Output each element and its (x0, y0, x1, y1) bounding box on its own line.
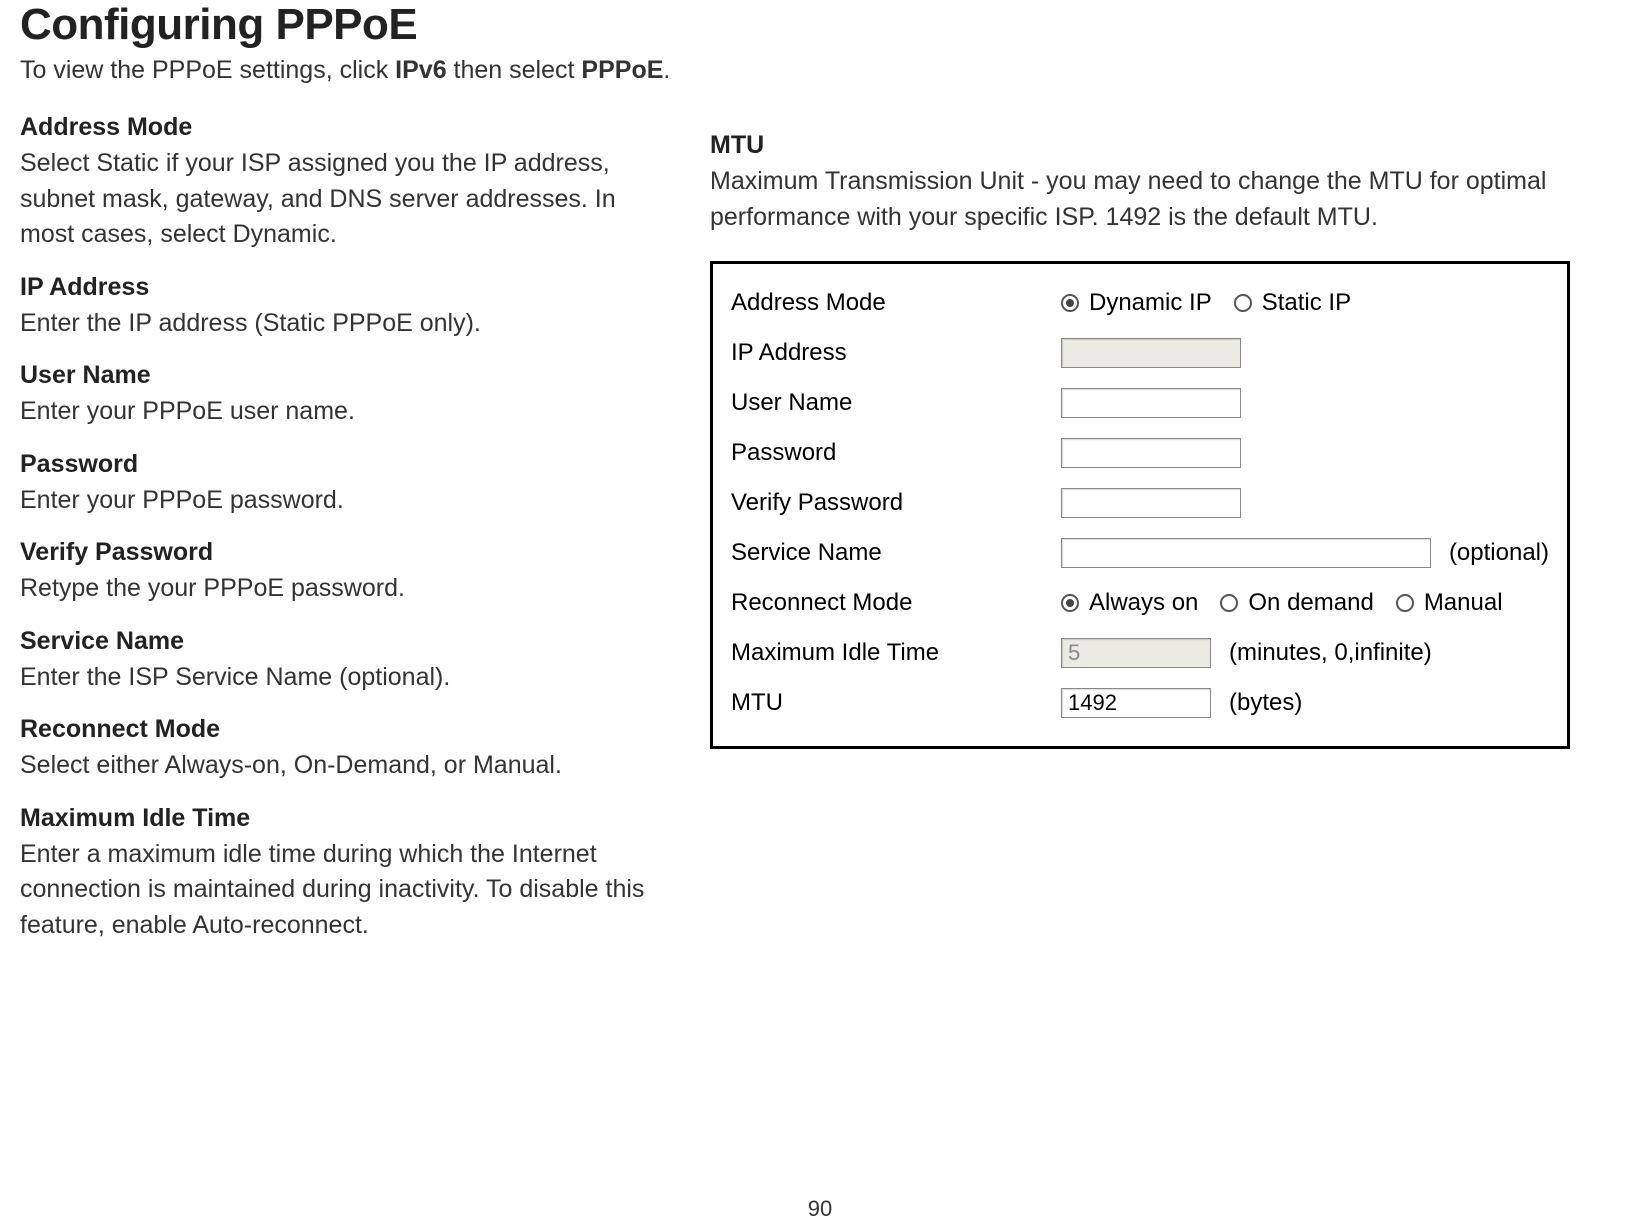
input-service-name[interactable] (1061, 538, 1431, 568)
subtitle-mid: then select (447, 56, 582, 84)
definitions-column: Address Mode Select Static if your ISP a… (20, 113, 650, 963)
subtitle-pre: To view the PPPoE settings, click (20, 56, 395, 84)
radio-label-dynamic-ip: Dynamic IP (1089, 289, 1212, 317)
input-mtu[interactable]: 1492 (1061, 688, 1211, 718)
input-ip-address[interactable] (1061, 338, 1241, 368)
radio-static-ip[interactable] (1234, 294, 1252, 312)
def-desc: Select either Always-on, On-Demand, or M… (20, 748, 650, 784)
content-columns: Address Mode Select Static if your ISP a… (20, 113, 1620, 963)
input-password[interactable] (1061, 438, 1241, 468)
row-reconnect-mode: Reconnect Mode Always on On demand Manua… (731, 578, 1549, 628)
def-term: MTU (710, 131, 1570, 160)
radio-always-on[interactable] (1061, 594, 1079, 612)
def-mtu: MTU Maximum Transmission Unit - you may … (710, 131, 1570, 235)
def-term: Verify Password (20, 538, 650, 567)
def-desc: Enter your PPPoE user name. (20, 394, 650, 430)
def-term: Reconnect Mode (20, 715, 650, 744)
row-mtu: MTU 1492 (bytes) (731, 678, 1549, 728)
document-page: Configuring PPPoE To view the PPPoE sett… (0, 0, 1640, 1232)
radio-label-on-demand: On demand (1248, 589, 1373, 617)
subtitle-bold-ipv6: IPv6 (395, 56, 446, 84)
row-max-idle: Maximum Idle Time 5 (minutes, 0,infinite… (731, 628, 1549, 678)
subtitle-bold-pppoe: PPPoE (581, 56, 663, 84)
radio-on-demand[interactable] (1220, 594, 1238, 612)
hint-max-idle: (minutes, 0,infinite) (1229, 639, 1432, 667)
config-panel: Address Mode Dynamic IP Static IP IP Add… (710, 261, 1570, 749)
def-desc: Maximum Transmission Unit - you may need… (710, 164, 1570, 235)
hint-service-name: (optional) (1449, 539, 1549, 567)
def-desc: Retype the your PPPoE password. (20, 571, 650, 607)
def-ip-address: IP Address Enter the IP address (Static … (20, 273, 650, 342)
def-desc: Enter the ISP Service Name (optional). (20, 660, 650, 696)
def-term: Password (20, 450, 650, 479)
label-service-name: Service Name (731, 539, 1061, 567)
radio-manual[interactable] (1396, 594, 1414, 612)
def-desc: Enter a maximum idle time during which t… (20, 837, 650, 944)
row-service-name: Service Name (optional) (731, 528, 1549, 578)
page-title: Configuring PPPoE (20, 0, 1620, 50)
radio-dynamic-ip[interactable] (1061, 294, 1079, 312)
def-desc: Select Static if your ISP assigned you t… (20, 146, 650, 253)
def-password: Password Enter your PPPoE password. (20, 450, 650, 519)
radio-label-static-ip: Static IP (1262, 289, 1351, 317)
label-user-name: User Name (731, 389, 1061, 417)
label-verify-password: Verify Password (731, 489, 1061, 517)
label-max-idle: Maximum Idle Time (731, 639, 1061, 667)
def-max-idle-time: Maximum Idle Time Enter a maximum idle t… (20, 804, 650, 944)
row-ip-address: IP Address (731, 328, 1549, 378)
def-service-name: Service Name Enter the ISP Service Name … (20, 627, 650, 696)
row-verify-password: Verify Password (731, 478, 1549, 528)
def-reconnect-mode: Reconnect Mode Select either Always-on, … (20, 715, 650, 784)
label-address-mode: Address Mode (731, 289, 1061, 317)
right-column: MTU Maximum Transmission Unit - you may … (710, 113, 1570, 749)
row-address-mode: Address Mode Dynamic IP Static IP (731, 278, 1549, 328)
label-ip-address: IP Address (731, 339, 1061, 367)
row-password: Password (731, 428, 1549, 478)
input-verify-password[interactable] (1061, 488, 1241, 518)
def-term: IP Address (20, 273, 650, 302)
label-reconnect-mode: Reconnect Mode (731, 589, 1061, 617)
def-desc: Enter your PPPoE password. (20, 483, 650, 519)
page-number: 90 (0, 1196, 1640, 1222)
hint-mtu: (bytes) (1229, 689, 1302, 717)
def-term: Maximum Idle Time (20, 804, 650, 833)
row-user-name: User Name (731, 378, 1549, 428)
def-verify-password: Verify Password Retype the your PPPoE pa… (20, 538, 650, 607)
def-term: Address Mode (20, 113, 650, 142)
subtitle-post: . (663, 56, 670, 84)
input-max-idle[interactable]: 5 (1061, 638, 1211, 668)
radio-label-manual: Manual (1424, 589, 1503, 617)
radio-label-always-on: Always on (1089, 589, 1198, 617)
value-address-mode: Dynamic IP Static IP (1061, 289, 1365, 317)
label-mtu-field: MTU (731, 689, 1061, 717)
value-reconnect-mode: Always on On demand Manual (1061, 589, 1517, 617)
def-desc: Enter the IP address (Static PPPoE only)… (20, 306, 650, 342)
def-address-mode: Address Mode Select Static if your ISP a… (20, 113, 650, 253)
input-user-name[interactable] (1061, 388, 1241, 418)
def-user-name: User Name Enter your PPPoE user name. (20, 361, 650, 430)
label-password: Password (731, 439, 1061, 467)
page-subtitle: To view the PPPoE settings, click IPv6 t… (20, 56, 1620, 85)
def-term: User Name (20, 361, 650, 390)
def-term: Service Name (20, 627, 650, 656)
